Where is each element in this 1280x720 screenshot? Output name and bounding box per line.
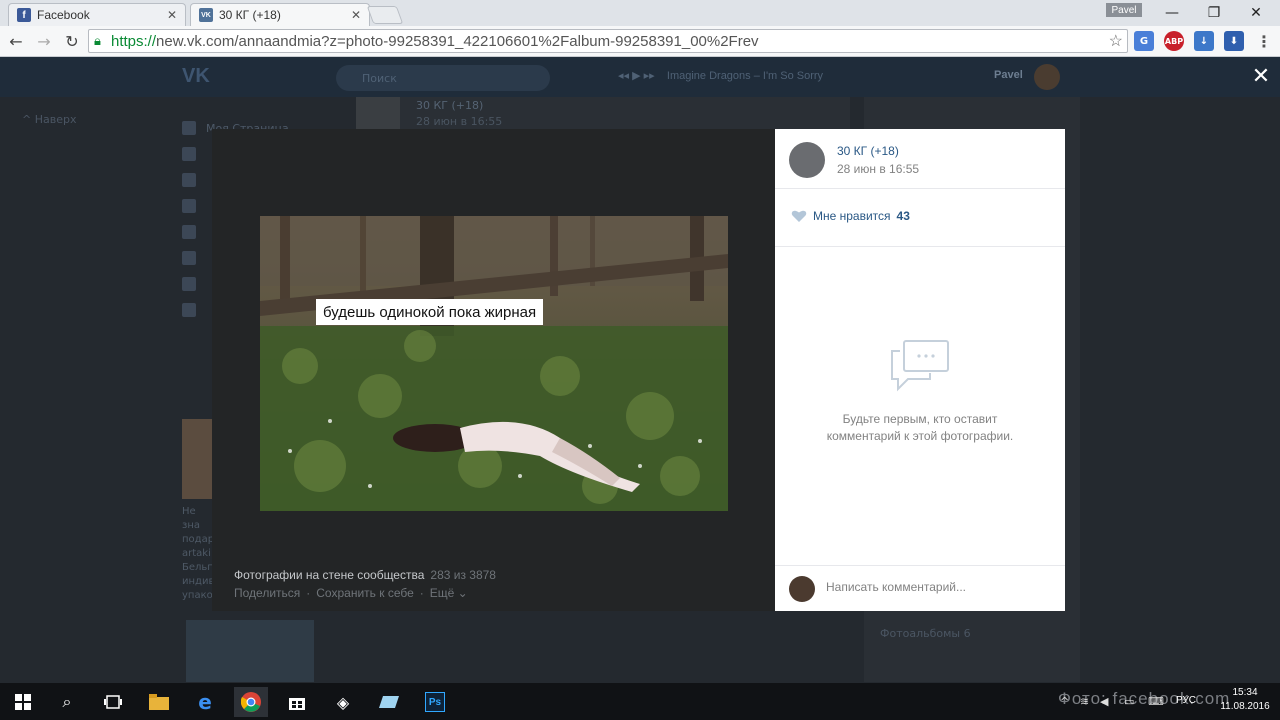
divider [775, 246, 1065, 247]
notification-icon[interactable]: ▭ [1124, 695, 1138, 708]
videos-icon [182, 303, 196, 317]
panel-header: 30 КГ (+18) 28 июн в 16:55 [775, 129, 1065, 189]
volume-icon[interactable]: ◀︎ [1100, 695, 1114, 708]
post-author[interactable]: 30 КГ (+18) [416, 99, 483, 112]
tab-close-icon[interactable]: ✕ [351, 8, 361, 22]
viewer-footer: Фотографии на стене сообщества 283 из 387… [234, 568, 496, 600]
save-extension-icon[interactable]: ⬇ [1224, 31, 1244, 51]
bookmark-star-icon[interactable]: ☆ [1109, 31, 1123, 51]
store-icon[interactable] [282, 687, 312, 717]
vk-logo[interactable]: VK [182, 65, 214, 87]
save-link[interactable]: Сохранить к себе [316, 586, 414, 600]
file-explorer-icon[interactable] [144, 687, 174, 717]
viewer-close-icon[interactable]: ✕ [1250, 66, 1272, 88]
clock-date: 11.08.2016 [1220, 701, 1270, 712]
like-count: 43 [896, 209, 910, 223]
edge-icon[interactable]: e [190, 687, 220, 717]
tab-vk[interactable]: VK 30 КГ (+18) ✕ [190, 3, 370, 26]
clock-time: 15:34 [1232, 687, 1258, 698]
home-icon [182, 121, 196, 135]
music-icon [182, 277, 196, 291]
avatar [789, 576, 815, 602]
post-date[interactable]: 28 июн в 16:55 [416, 115, 502, 128]
wifi-icon[interactable]: ≋ [1080, 695, 1094, 708]
comments-empty-icon [890, 339, 950, 398]
avatar[interactable] [1034, 64, 1060, 90]
scroll-up-link[interactable]: ^ Наверх [22, 113, 76, 126]
windows-start-icon[interactable] [8, 687, 38, 717]
news-icon [182, 147, 196, 161]
vk-favicon-icon: VK [199, 8, 213, 22]
browser-tab-bar: f Facebook ✕ VK 30 КГ (+18) ✕ Pavel — ❐ … [0, 0, 1280, 26]
chrome-icon[interactable] [234, 687, 268, 717]
window-close-icon[interactable]: ✕ [1236, 2, 1276, 24]
photo[interactable] [260, 216, 728, 511]
photoshop-icon[interactable]: Ps [420, 687, 450, 717]
translate-extension-icon[interactable]: G [1134, 31, 1154, 51]
tab-close-icon[interactable]: ✕ [167, 8, 177, 22]
tab-title: Facebook [37, 8, 90, 22]
forest-photo [260, 216, 728, 511]
vk-user-name[interactable]: Pavel [994, 69, 1023, 81]
notepad-icon[interactable] [374, 687, 404, 717]
ad-text[interactable]: Не зна подар artaki Бельг индив упако [182, 505, 216, 603]
photos-icon [182, 251, 196, 265]
back-arrow-icon[interactable]: ← [4, 30, 28, 52]
download-extension-icon[interactable]: ↓ [1194, 31, 1214, 51]
menu-icon[interactable]: ⋮ [1254, 31, 1274, 51]
forward-arrow-icon[interactable]: → [32, 30, 56, 52]
tab-title: 30 КГ (+18) [219, 8, 281, 22]
ad-image[interactable] [182, 419, 214, 499]
groups-icon [182, 225, 196, 239]
post-date[interactable]: 28 июн в 16:55 [837, 162, 919, 176]
reload-icon[interactable]: ↻ [60, 30, 84, 52]
lock-icon: 🔒︎ [94, 33, 101, 48]
album-link[interactable]: Фотографии на стене сообщества [234, 568, 424, 582]
friends-icon [182, 199, 196, 213]
profile-badge[interactable]: Pavel [1106, 3, 1142, 17]
vk-search-input[interactable]: Поиск [336, 65, 550, 91]
heart-icon [791, 210, 807, 222]
clock[interactable]: 15:34 11.08.2016 [1215, 686, 1275, 714]
minimize-icon[interactable]: — [1152, 2, 1192, 24]
url-scheme: https:// [111, 32, 157, 50]
now-playing[interactable]: ◂◂ ▶ ▸▸ Imagine Dragons – I'm So Sorry [618, 69, 823, 82]
task-view-icon[interactable] [98, 687, 128, 717]
vk-header: VK Поиск ◂◂ ▶ ▸▸ Imagine Dragons – I'm S… [0, 57, 1280, 97]
group-name-link[interactable]: 30 КГ (+18) [837, 144, 899, 158]
url-text: new.vk.com/annaandmia?z=photo-99258391_4… [156, 32, 759, 50]
albums-link[interactable]: Фотоальбомы 6 [880, 627, 971, 640]
tab-facebook[interactable]: f Facebook ✕ [8, 3, 186, 26]
windows-taskbar: ⌕ e ◈ Ps Фото: facebook.com ^ ≋ ◀︎ ▭ ⌨ Р… [0, 683, 1280, 720]
share-link[interactable]: Поделиться [234, 586, 300, 600]
like-label: Мне нравится [813, 209, 891, 223]
no-comments-text: Будьте первым, кто оставит комментарий к… [826, 412, 1014, 443]
browser-toolbar: ← → ↻ 🔒︎ https://new.vk.com/annaandmia?z… [0, 26, 1280, 57]
photo-side-panel: 30 КГ (+18) 28 июн в 16:55 Мне нравится … [775, 129, 1065, 611]
search-icon[interactable]: ⌕ [52, 687, 82, 717]
ad-card[interactable] [186, 620, 314, 682]
like-button[interactable]: Мне нравится 43 [791, 209, 910, 223]
tray-up-icon[interactable]: ^ [1060, 695, 1074, 708]
language-indicator[interactable]: РУС [1176, 695, 1196, 706]
photo-position: 283 из 3878 [430, 568, 496, 582]
avatar[interactable] [789, 142, 825, 178]
chevron-down-icon: ⌄ [457, 586, 468, 600]
more-link[interactable]: Ещё [430, 586, 455, 600]
new-tab-button[interactable] [366, 6, 404, 24]
photo-caption: будешь одинокой пока жирная [316, 299, 544, 325]
app-fox-icon[interactable]: ◈ [328, 687, 358, 717]
restore-icon[interactable]: ❐ [1194, 2, 1234, 24]
comment-input[interactable]: Написать комментарий... [826, 580, 966, 594]
address-bar[interactable]: 🔒︎ https://new.vk.com/annaandmia?z=photo… [88, 29, 1128, 53]
comment-composer: Написать комментарий... [775, 565, 1065, 611]
facebook-favicon-icon: f [17, 8, 31, 22]
adblock-extension-icon[interactable]: ABP [1164, 31, 1184, 51]
messages-icon [182, 173, 196, 187]
keyboard-icon[interactable]: ⌨ [1148, 695, 1164, 708]
